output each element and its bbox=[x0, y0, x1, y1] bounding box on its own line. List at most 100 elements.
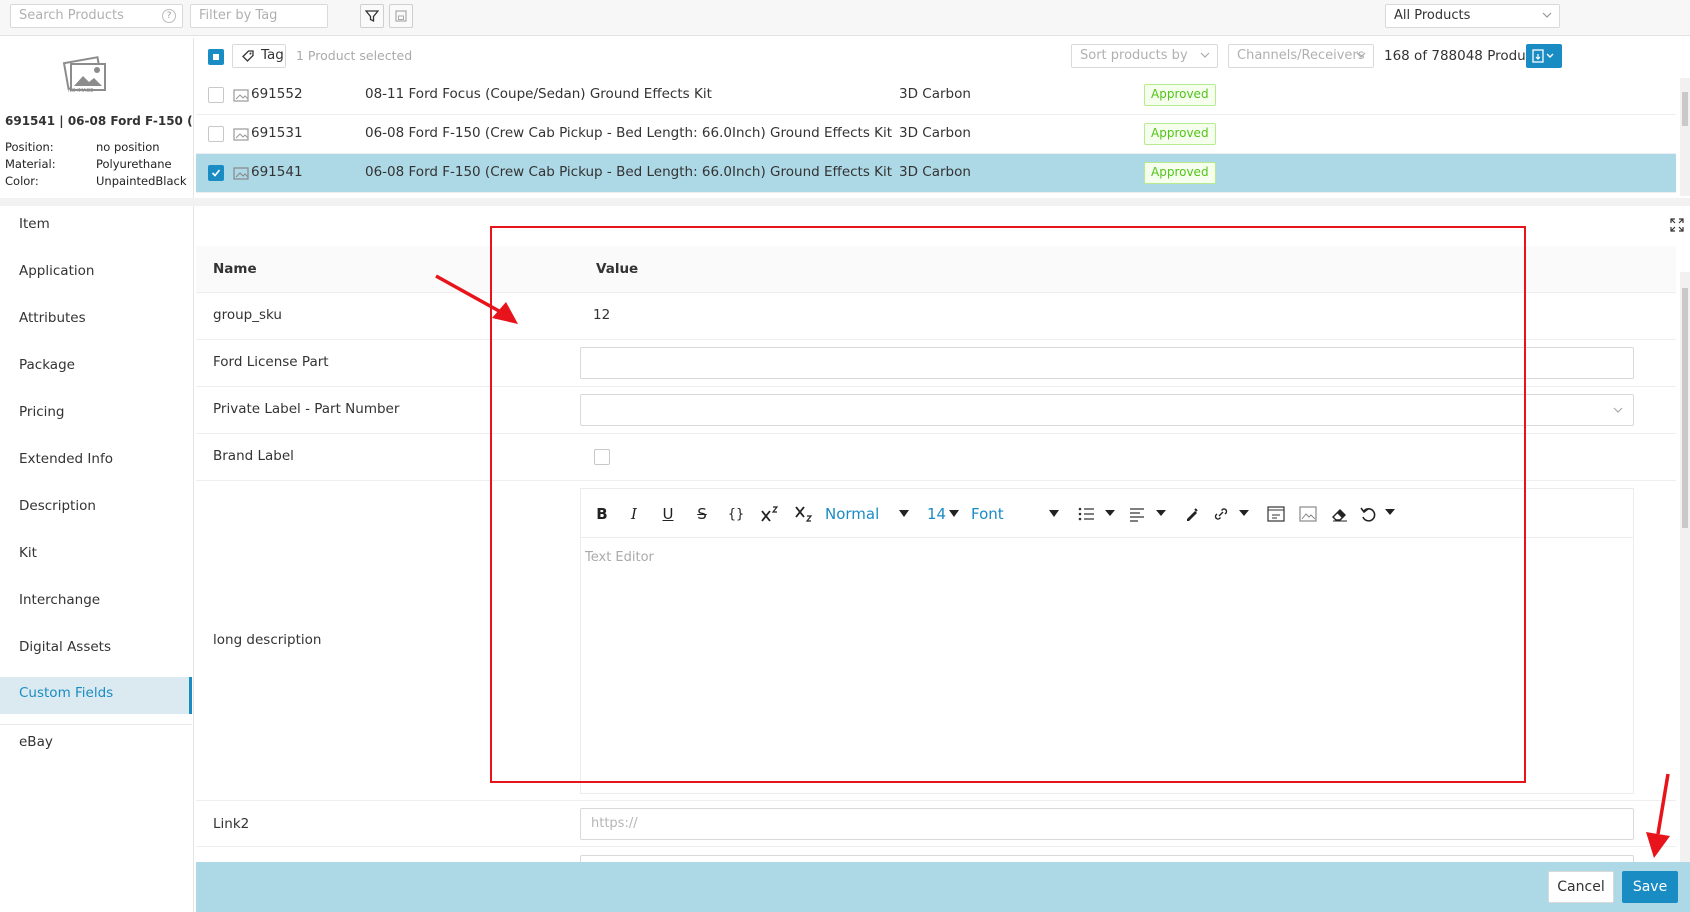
help-icon[interactable]: ? bbox=[162, 9, 176, 23]
sidebar-item-label: Custom Fields bbox=[19, 685, 114, 701]
sidebar-item-package[interactable]: Package bbox=[0, 349, 192, 386]
save-filter-icon bbox=[395, 10, 407, 22]
status-badge: Approved bbox=[1144, 162, 1216, 184]
sidebar-item-label: Kit bbox=[19, 545, 37, 561]
sidebar-item-application[interactable]: Application bbox=[0, 255, 192, 292]
product-id: 691552 bbox=[251, 86, 303, 102]
product-id: 691541 bbox=[251, 164, 303, 180]
divider bbox=[0, 724, 192, 725]
view-select-value: All Products bbox=[1394, 8, 1471, 23]
sidebar-item-label: Package bbox=[19, 357, 75, 373]
row-checkbox[interactable] bbox=[208, 165, 224, 181]
chevron-down-icon bbox=[1542, 12, 1552, 18]
product-preview: NO IMAGE 691541 | 06-08 Ford F-150 (Cre.… bbox=[0, 38, 194, 198]
sidebar-item-label: Interchange bbox=[19, 592, 101, 608]
chevron-down-icon bbox=[1613, 407, 1623, 413]
prop-label-material: Material: bbox=[5, 157, 56, 171]
row-checkbox[interactable] bbox=[208, 87, 224, 103]
check-icon bbox=[211, 169, 221, 177]
top-toolbar: Search Products ? Filter by Tag All Prod… bbox=[0, 0, 1690, 36]
cancel-button[interactable]: Cancel bbox=[1548, 871, 1614, 903]
search-input[interactable]: Search Products ? bbox=[10, 4, 183, 28]
tag-filter-input[interactable]: Filter by Tag bbox=[190, 4, 328, 28]
sidebar-item-label: Item bbox=[19, 216, 50, 232]
export-icon bbox=[1532, 49, 1554, 63]
fields-scrollbar[interactable] bbox=[1680, 272, 1690, 862]
tag-button[interactable]: Tag bbox=[232, 44, 286, 68]
view-select[interactable]: All Products bbox=[1385, 4, 1560, 28]
status-badge: Approved bbox=[1144, 123, 1216, 145]
product-list: Tag 1 Product selected Sort products by … bbox=[196, 38, 1690, 198]
sidebar-item-kit[interactable]: Kit bbox=[0, 537, 192, 574]
annotation-highlight-box bbox=[490, 226, 1526, 783]
divider bbox=[0, 198, 1690, 206]
field-row-link2: Link2 https:// bbox=[196, 801, 1676, 847]
sidebar-item-label: Attributes bbox=[19, 310, 86, 326]
sidebar-item-custom-fields[interactable]: Custom Fields bbox=[0, 677, 192, 714]
no-image-text: NO IMAGE bbox=[68, 88, 94, 94]
sidebar-item-label: eBay bbox=[19, 734, 53, 750]
sidebar-item-label: Description bbox=[19, 498, 96, 514]
preview-title: 691541 | 06-08 Ford F-150 (Cre... bbox=[5, 114, 193, 128]
thumbnail-icon bbox=[233, 89, 249, 102]
channels-select[interactable]: Channels/Receivers bbox=[1228, 44, 1374, 68]
sidebar-item-ebay[interactable]: eBay bbox=[0, 726, 192, 763]
product-name: 06-08 Ford F-150 (Crew Cab Pickup - Bed … bbox=[365, 125, 893, 141]
product-count: 168 of 788048 Products bbox=[1384, 48, 1546, 64]
sidebar-item-digital-assets[interactable]: Digital Assets bbox=[0, 631, 192, 668]
detail-sidebar: Item Application Attributes Package Pric… bbox=[0, 206, 194, 912]
thumbnail-icon bbox=[233, 128, 249, 141]
sidebar-item-extended-info[interactable]: Extended Info bbox=[0, 443, 192, 480]
prop-label-position: Position: bbox=[5, 140, 54, 154]
field-name: long description bbox=[213, 632, 322, 648]
table-row[interactable]: 691531 06-08 Ford F-150 (Crew Cab Pickup… bbox=[196, 115, 1676, 154]
filter-button[interactable] bbox=[360, 4, 384, 28]
product-brand: 3D Carbon bbox=[899, 86, 971, 102]
prop-value-color: UnpaintedBlack bbox=[96, 174, 187, 188]
name-column-header: Name bbox=[213, 261, 257, 277]
field-row-partial bbox=[196, 847, 1676, 887]
chevron-down-icon bbox=[1200, 52, 1210, 58]
row-checkbox[interactable] bbox=[208, 126, 224, 142]
custom-fields-panel: Name Value group_sku 12 Ford License Par… bbox=[196, 206, 1690, 912]
product-brand: 3D Carbon bbox=[899, 164, 971, 180]
tag-icon bbox=[242, 50, 254, 62]
field-name: Private Label - Part Number bbox=[213, 401, 400, 417]
sidebar-item-description[interactable]: Description bbox=[0, 490, 192, 527]
chevron-down-icon bbox=[1356, 52, 1366, 58]
select-all-checkbox[interactable] bbox=[208, 49, 224, 65]
save-filter-button[interactable] bbox=[389, 4, 413, 28]
annotation-arrow-icon bbox=[435, 274, 518, 324]
list-toolbar: Tag 1 Product selected Sort products by … bbox=[196, 38, 1690, 76]
table-row-selected[interactable]: 691541 06-08 Ford F-150 (Crew Cab Pickup… bbox=[196, 154, 1676, 193]
prop-label-color: Color: bbox=[5, 174, 39, 188]
sidebar-item-attributes[interactable]: Attributes bbox=[0, 302, 192, 339]
channels-placeholder: Channels/Receivers bbox=[1237, 48, 1365, 63]
sidebar-item-label: Extended Info bbox=[19, 451, 113, 467]
sidebar-item-label: Application bbox=[19, 263, 95, 279]
product-list-scrollbar[interactable] bbox=[1680, 78, 1690, 196]
field-name: group_sku bbox=[213, 307, 282, 323]
sort-select[interactable]: Sort products by bbox=[1071, 44, 1218, 68]
sidebar-item-interchange[interactable]: Interchange bbox=[0, 584, 192, 621]
product-name: 08-11 Ford Focus (Coupe/Sedan) Ground Ef… bbox=[365, 86, 712, 102]
field-name: Link2 bbox=[213, 816, 250, 832]
save-button[interactable]: Save bbox=[1622, 871, 1678, 903]
tag-button-label: Tag bbox=[261, 47, 284, 63]
sidebar-item-item[interactable]: Item bbox=[0, 208, 192, 245]
expand-icon[interactable] bbox=[1670, 218, 1684, 232]
prop-value-position: no position bbox=[96, 140, 160, 154]
scrollbar-thumb[interactable] bbox=[1682, 288, 1688, 528]
thumbnail-icon bbox=[233, 167, 249, 180]
link2-input[interactable]: https:// bbox=[580, 808, 1634, 840]
sidebar-item-pricing[interactable]: Pricing bbox=[0, 396, 192, 433]
export-button[interactable] bbox=[1526, 44, 1562, 68]
table-row[interactable]: 691552 08-11 Ford Focus (Coupe/Sedan) Gr… bbox=[196, 76, 1676, 115]
scrollbar-thumb[interactable] bbox=[1682, 92, 1688, 126]
save-button-label: Save bbox=[1632, 879, 1668, 895]
product-brand: 3D Carbon bbox=[899, 125, 971, 141]
sidebar-item-label: Pricing bbox=[19, 404, 65, 420]
link2-placeholder: https:// bbox=[591, 816, 638, 831]
action-footer: Cancel Save bbox=[196, 862, 1690, 912]
sidebar-item-label: Digital Assets bbox=[19, 639, 112, 655]
